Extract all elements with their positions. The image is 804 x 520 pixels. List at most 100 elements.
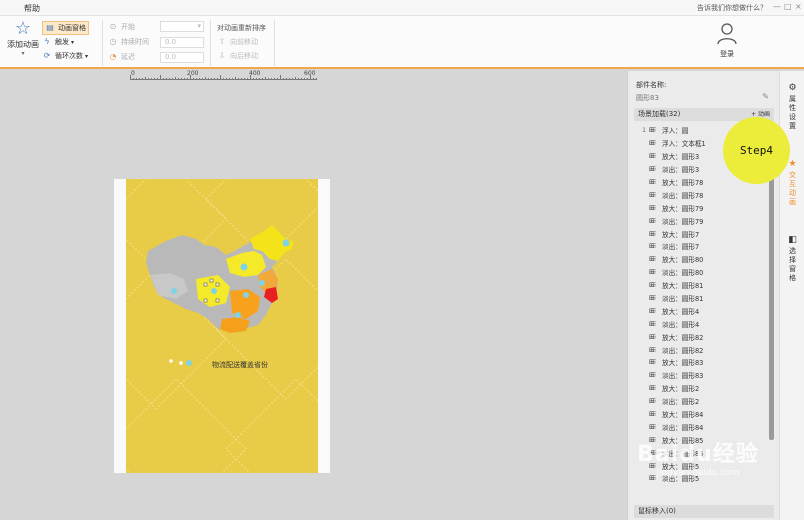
animation-item[interactable]: ⊞⁝ 放大：圆形7 (636, 227, 768, 240)
login-button[interactable]: 登录 (713, 21, 741, 59)
scene-load-label: 场景加载(32) (638, 110, 681, 118)
china-map (146, 225, 294, 333)
duration-stepper[interactable]: 0.0 (160, 37, 204, 48)
animation-item[interactable]: ⊞⁝ 淡出：圆形78 (636, 188, 768, 201)
animation-item[interactable]: ⊞⁝ 放大：圆形79 (636, 201, 768, 214)
ruler-tick (175, 77, 176, 80)
ruler-tick (253, 78, 254, 80)
move-earlier-button[interactable]: ⇧ 向前移动 (217, 35, 266, 49)
ruler-tick (271, 78, 272, 80)
ruler-tick (229, 78, 230, 80)
ruler-tick (286, 78, 287, 80)
animation-item-label: 浮入：文本框1 (662, 140, 706, 149)
animation-effect-icon: ⊞⁝ (649, 384, 656, 393)
move-earlier-label: 向前移动 (230, 38, 258, 46)
animation-item[interactable]: ⊞⁝ 放大：圆形4 (636, 304, 768, 317)
ruler-tick (238, 78, 239, 80)
trigger-button[interactable]: ϟ 触发 ▾ (42, 35, 89, 49)
delay-label: 延迟 (121, 52, 135, 61)
divider (102, 20, 103, 66)
animation-item[interactable]: ⊞⁝ 淡出：圆形79 (636, 214, 768, 227)
selection-label: 选择窗格 (789, 247, 796, 282)
tell-me-search[interactable]: 告诉我们你想做什么？ (697, 3, 767, 13)
ruler-tick (193, 78, 194, 80)
arrow-up-icon: ⇧ (218, 37, 226, 46)
reorder-title: 对动画重新排序 (217, 24, 266, 32)
ruler-tick (190, 75, 191, 80)
ruler-tick (259, 78, 260, 80)
arrow-down-icon: ⇩ (218, 51, 226, 60)
animation-item[interactable]: ⊞⁝ 放大：圆形82 (636, 330, 768, 343)
animation-item[interactable]: ⊞⁝ 淡出：圆形84 (636, 420, 768, 433)
ruler-tick (310, 75, 311, 80)
start-select[interactable]: ▾ (160, 21, 204, 32)
animation-item[interactable]: ⊞⁝ 淡出：圆形80 (636, 266, 768, 279)
animation-item-label: 放大：圆形3 (662, 153, 700, 162)
ruler-tick (283, 78, 284, 80)
animation-effect-icon: ⊞⁝ (649, 397, 656, 406)
animation-effect-icon: ⊞⁝ (649, 203, 656, 212)
animation-item[interactable]: ⊞⁝ 放大：圆形2 (636, 382, 768, 395)
animation-item[interactable]: ⊞⁝ 淡出：圆形81 (636, 292, 768, 305)
loop-count-button[interactable]: ⟳ 循环次数 ▾ (42, 49, 89, 63)
ruler-tick (178, 78, 179, 80)
mouse-enter-group[interactable]: 鼠标移入(0) (634, 505, 774, 518)
ruler-tick (307, 78, 308, 80)
animation-item-label: 放大：圆形78 (662, 179, 704, 187)
edit-icon[interactable]: ✎ (762, 92, 769, 101)
animation-label: 交互动画 (789, 171, 796, 206)
animation-item[interactable]: ⊞⁝ 淡出：圆形82 (636, 343, 768, 356)
animation-item[interactable]: ⊞⁝ 淡出：圆形7 (636, 240, 768, 253)
chevron-down-icon: ▾ (21, 50, 25, 57)
ribbon: ☆ 添加动画 ▾ ▤ 动画窗格 ϟ 触发 ▾ ⟳ 循环次数 ▾ ⊙ 开始 ◷ 持… (0, 16, 804, 69)
ruler-tick (217, 78, 218, 80)
animation-item[interactable]: ⊞⁝ 淡出：圆形2 (636, 395, 768, 408)
ruler-tick (226, 78, 227, 80)
animation-item[interactable]: ⊞⁝ 放大：圆形81 (636, 279, 768, 292)
component-name-field[interactable]: 圆形83 (636, 93, 659, 103)
animation-effect-icon: ⊞⁝ (649, 371, 656, 380)
animation-item[interactable]: ⊞⁝ 淡出：圆形83 (636, 369, 768, 382)
selection-tab[interactable]: ◧ 选择窗格 (780, 235, 804, 283)
ruler-tick (247, 78, 248, 80)
animation-item-label: 淡出：圆形4 (662, 320, 700, 329)
animation-item[interactable]: ⊞⁝ 放大：圆形80 (636, 253, 768, 266)
animation-item[interactable]: ⊞⁝ 放大：圆形84 (636, 408, 768, 421)
animation-item-label: 浮入：圆 (662, 127, 689, 136)
ruler-tick (157, 78, 158, 80)
delay-stepper[interactable]: 0.0 (160, 52, 204, 63)
animation-item[interactable]: ⊞⁝ 淡出：圆形4 (636, 317, 768, 330)
ruler-tick (202, 78, 203, 80)
ruler-tick (199, 78, 200, 80)
maximize-icon[interactable]: □ (784, 2, 792, 11)
ruler-tick (184, 78, 185, 80)
start-row: ⊙ 开始 (108, 19, 149, 34)
gear-icon: ⚙ (788, 83, 797, 93)
ruler-tick (160, 75, 161, 80)
slide-canvas[interactable]: 物流配送覆盖省份 (126, 179, 318, 473)
move-later-button[interactable]: ⇩ 向后移动 (217, 49, 266, 63)
ruler-tick (148, 78, 149, 80)
animation-item[interactable]: ⊞⁝ 放大：圆形83 (636, 356, 768, 369)
menu-help[interactable]: 帮助 (24, 3, 40, 14)
add-animation-button[interactable]: ☆ 添加动画 ▾ (6, 18, 40, 58)
animation-effect-icon: ⊞⁝ (649, 190, 656, 199)
component-name-label: 部件名称: (636, 81, 667, 89)
animation-effect-icon: ⊞⁝ (649, 216, 656, 225)
animation-effect-icon: ⊞⁝ (649, 165, 656, 174)
ruler-tick (205, 77, 206, 80)
close-icon[interactable]: × (795, 2, 802, 11)
user-icon (717, 23, 737, 45)
properties-tab[interactable]: ⚙ 属性设置 (780, 83, 804, 131)
animation-item-label: 淡出：圆形80 (662, 269, 704, 278)
ruler-tick (139, 78, 140, 80)
ruler-tick (244, 78, 245, 80)
animation-effect-icon: ⊞⁝ (649, 306, 656, 315)
animation-item-label: 放大：圆形83 (662, 359, 704, 368)
animation-item-label: 放大：圆形4 (662, 307, 700, 316)
animation-effect-icon: ⊞⁝ (649, 410, 656, 419)
star-icon: ☆ (14, 18, 32, 39)
animation-effect-icon: ⊞⁝ (649, 332, 656, 341)
minimize-icon[interactable]: — (773, 2, 781, 11)
animation-pane-button[interactable]: ▤ 动画窗格 (42, 21, 89, 35)
